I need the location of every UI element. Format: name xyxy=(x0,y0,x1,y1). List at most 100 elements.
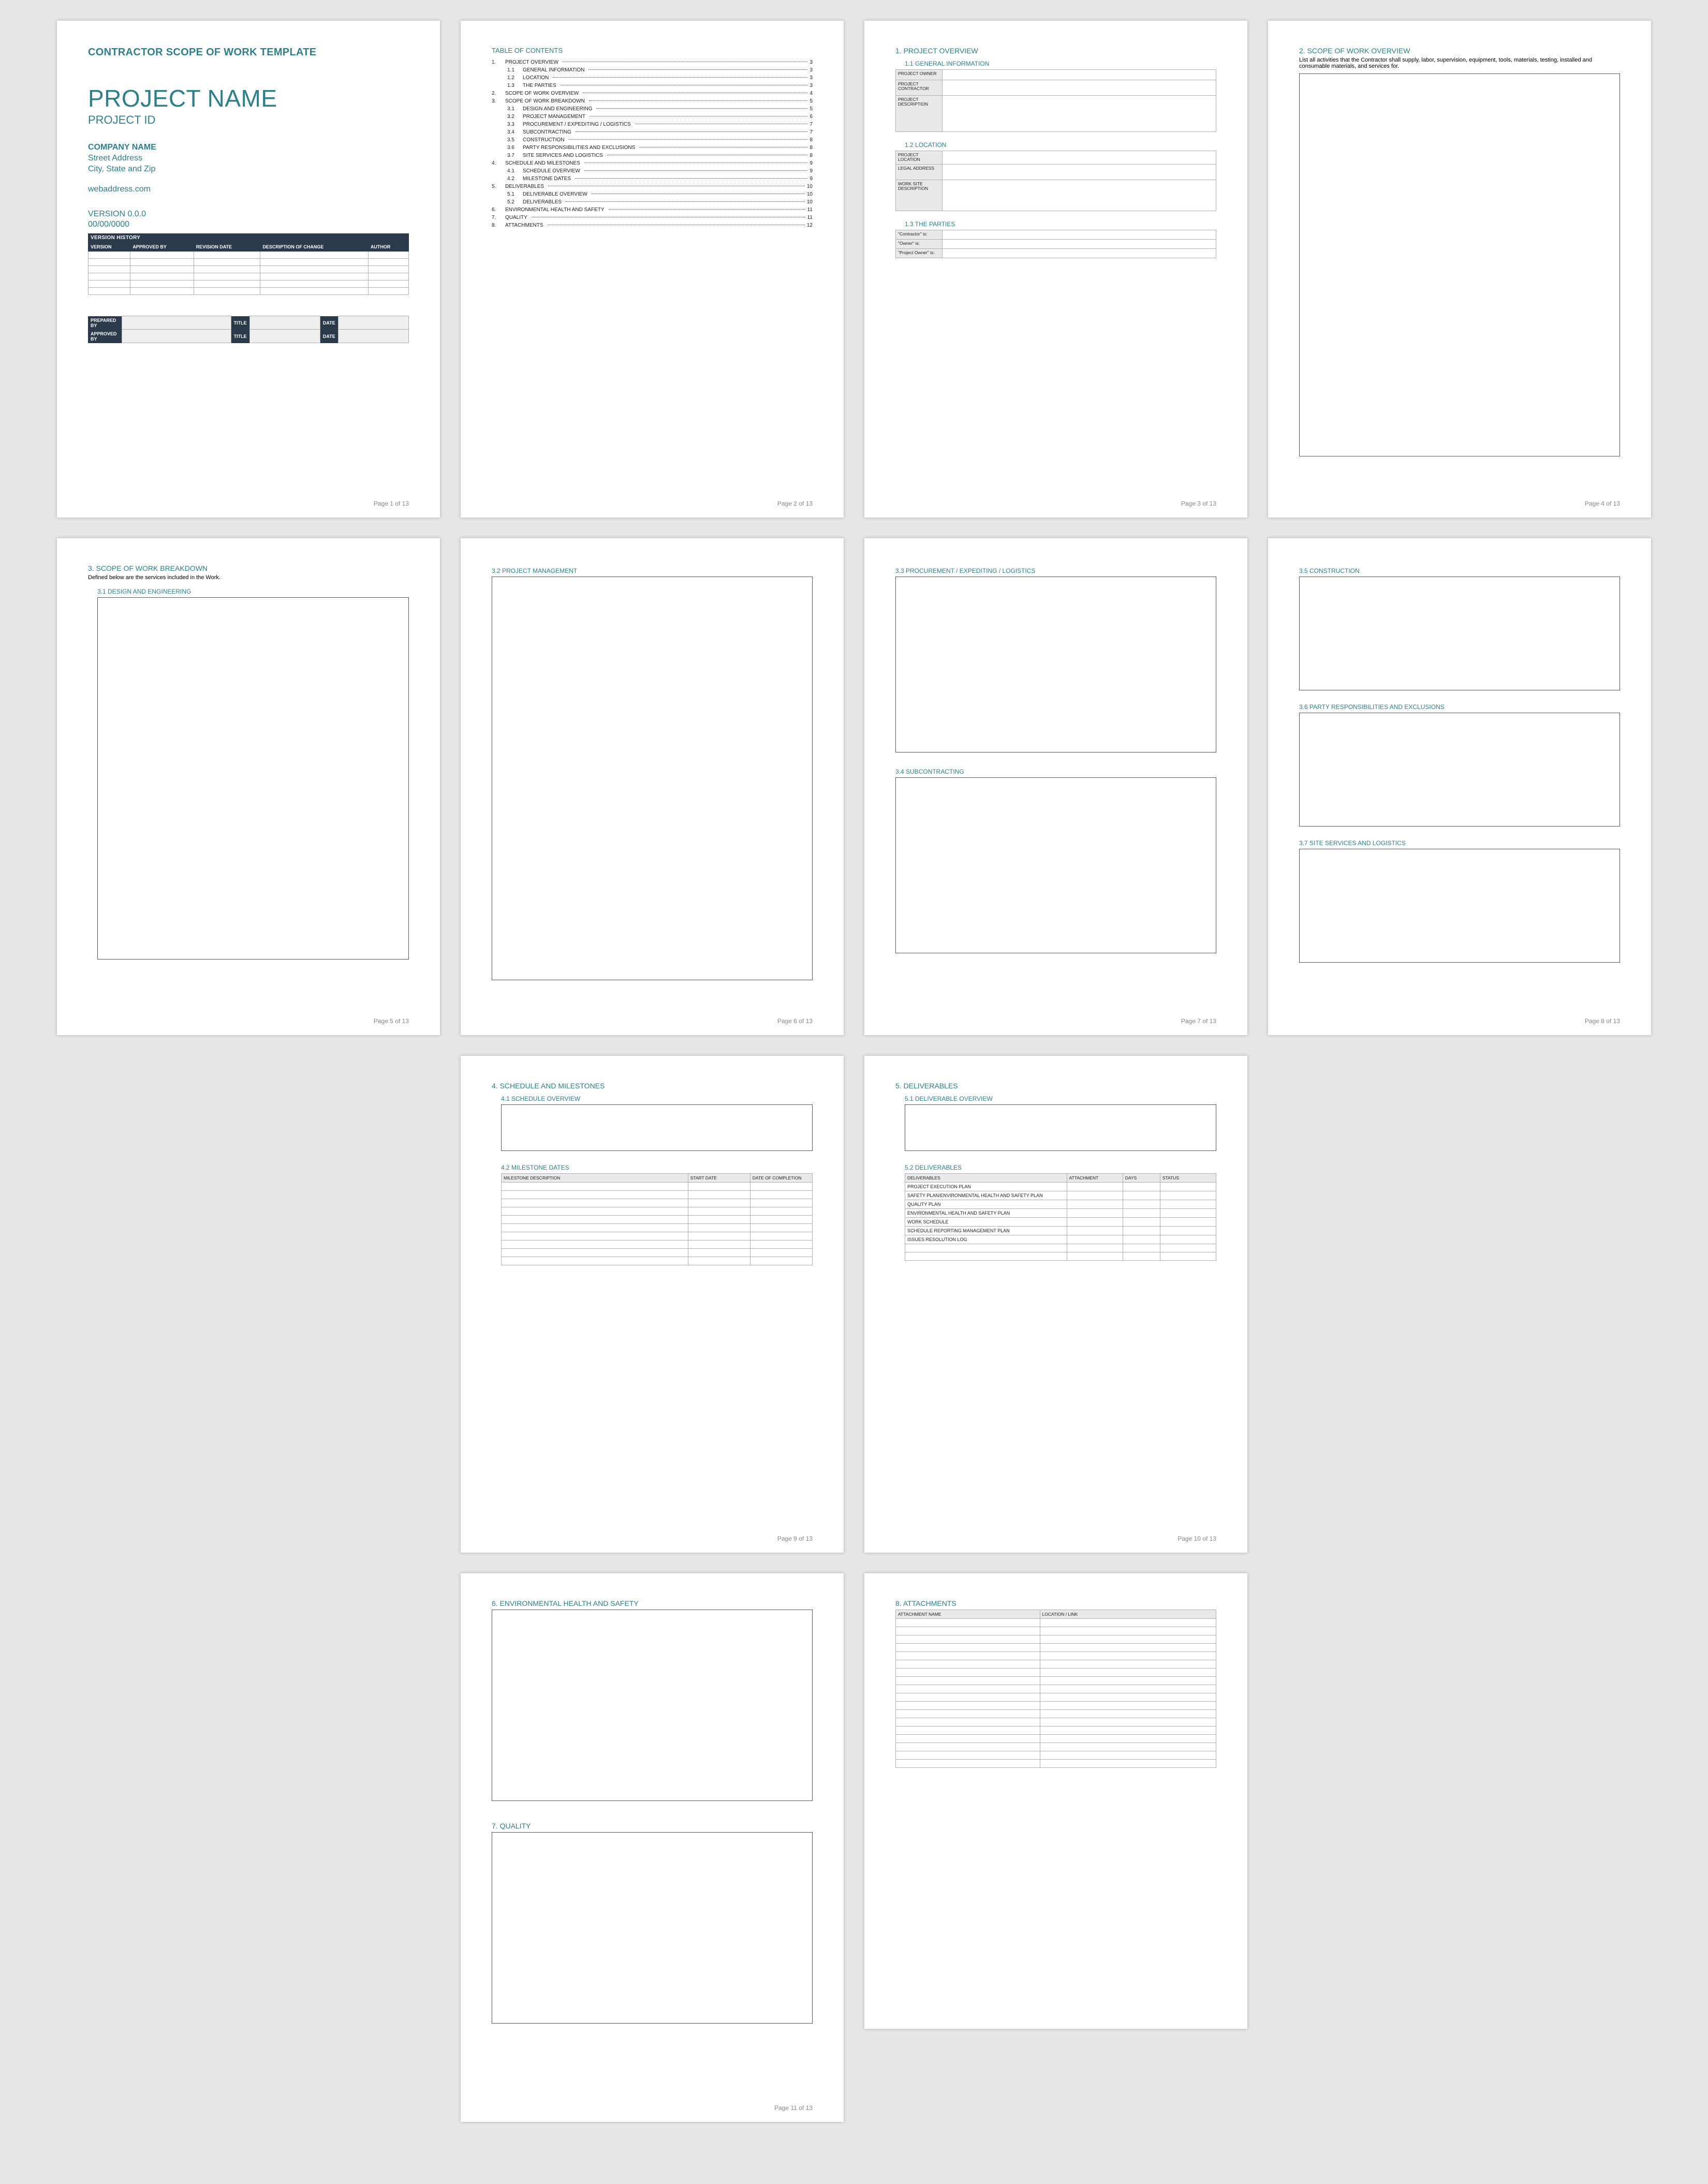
attachment-cell[interactable] xyxy=(1040,1669,1216,1677)
version-history-cell[interactable] xyxy=(130,252,194,259)
attachment-cell[interactable] xyxy=(1040,1718,1216,1726)
version-history-cell[interactable] xyxy=(130,266,194,273)
deliverable-cell[interactable] xyxy=(1067,1191,1123,1200)
attachment-cell[interactable] xyxy=(896,1743,1040,1751)
attachment-cell[interactable] xyxy=(896,1677,1040,1685)
kv-value[interactable] xyxy=(943,239,1216,248)
attachment-cell[interactable] xyxy=(896,1669,1040,1677)
version-history-cell[interactable] xyxy=(368,259,408,266)
toc-row[interactable]: 3.2PROJECT MANAGEMENT6 xyxy=(492,114,813,120)
subcontracting-box[interactable] xyxy=(895,777,1216,953)
toc-row[interactable]: 5.2DELIVERABLES10 xyxy=(492,199,813,205)
milestone-cell[interactable] xyxy=(502,1183,688,1191)
version-history-cell[interactable] xyxy=(89,266,130,273)
attachment-cell[interactable] xyxy=(896,1693,1040,1702)
milestone-cell[interactable] xyxy=(688,1207,750,1216)
milestone-cell[interactable] xyxy=(502,1199,688,1207)
attachment-cell[interactable] xyxy=(1040,1677,1216,1685)
version-history-cell[interactable] xyxy=(260,281,369,288)
toc-row[interactable]: 3.4SUBCONTRACTING7 xyxy=(492,129,813,135)
attachment-cell[interactable] xyxy=(1040,1635,1216,1644)
deliverable-cell[interactable] xyxy=(1160,1209,1216,1218)
attachment-cell[interactable] xyxy=(1040,1644,1216,1652)
deliverable-cell[interactable] xyxy=(1160,1235,1216,1244)
prepared-by-value[interactable] xyxy=(122,316,231,330)
attachment-cell[interactable] xyxy=(1040,1743,1216,1751)
deliverable-cell[interactable] xyxy=(1160,1244,1216,1252)
version-history-cell[interactable] xyxy=(260,273,369,281)
ehs-box[interactable] xyxy=(492,1610,813,1801)
deliverable-cell[interactable] xyxy=(1160,1218,1216,1227)
version-history-cell[interactable] xyxy=(260,252,369,259)
attachment-cell[interactable] xyxy=(1040,1726,1216,1735)
kv-value[interactable] xyxy=(943,180,1216,211)
toc-row[interactable]: 4.SCHEDULE AND MILESTONES9 xyxy=(492,160,813,166)
approved-by-value[interactable] xyxy=(122,330,231,343)
deliverable-cell[interactable] xyxy=(1160,1183,1216,1191)
version-history-cell[interactable] xyxy=(130,259,194,266)
version-history-cell[interactable] xyxy=(260,259,369,266)
toc-row[interactable]: 5.1DELIVERABLE OVERVIEW10 xyxy=(492,191,813,197)
version-history-cell[interactable] xyxy=(368,266,408,273)
kv-value[interactable] xyxy=(943,151,1216,165)
responsibilities-box[interactable] xyxy=(1299,713,1620,827)
toc-row[interactable]: 4.2MILESTONE DATES9 xyxy=(492,176,813,182)
deliverable-cell[interactable] xyxy=(1123,1227,1160,1235)
attachment-cell[interactable] xyxy=(896,1718,1040,1726)
milestone-cell[interactable] xyxy=(750,1183,812,1191)
milestone-cell[interactable] xyxy=(688,1216,750,1224)
attachment-cell[interactable] xyxy=(896,1710,1040,1718)
milestone-cell[interactable] xyxy=(688,1232,750,1241)
milestone-cell[interactable] xyxy=(750,1249,812,1257)
schedule-overview-box[interactable] xyxy=(501,1104,813,1151)
milestone-cell[interactable] xyxy=(750,1232,812,1241)
milestone-cell[interactable] xyxy=(688,1249,750,1257)
attachment-cell[interactable] xyxy=(1040,1735,1216,1743)
milestone-cell[interactable] xyxy=(502,1249,688,1257)
milestone-cell[interactable] xyxy=(688,1224,750,1232)
attachment-cell[interactable] xyxy=(1040,1760,1216,1768)
version-history-cell[interactable] xyxy=(194,288,260,295)
milestone-cell[interactable] xyxy=(502,1191,688,1199)
deliverable-cell[interactable] xyxy=(1123,1183,1160,1191)
attachment-cell[interactable] xyxy=(1040,1627,1216,1635)
procurement-box[interactable] xyxy=(895,577,1216,752)
project-management-box[interactable] xyxy=(492,577,813,980)
toc-row[interactable]: 2.SCOPE OF WORK OVERVIEW4 xyxy=(492,91,813,96)
milestone-cell[interactable] xyxy=(688,1183,750,1191)
version-history-cell[interactable] xyxy=(89,288,130,295)
toc-row[interactable]: 3.3PROCUREMENT / EXPEDITING / LOGISTICS7 xyxy=(492,122,813,127)
version-history-cell[interactable] xyxy=(89,273,130,281)
deliverable-cell[interactable] xyxy=(1160,1200,1216,1209)
title2-value[interactable] xyxy=(249,330,320,343)
deliverable-cell[interactable] xyxy=(1160,1191,1216,1200)
deliverable-cell[interactable] xyxy=(905,1252,1067,1261)
deliverable-cell[interactable] xyxy=(1123,1218,1160,1227)
deliverable-cell[interactable] xyxy=(1123,1200,1160,1209)
deliverable-cell[interactable] xyxy=(1123,1235,1160,1244)
kv-value[interactable] xyxy=(943,230,1216,239)
toc-row[interactable]: 7.QUALITY11 xyxy=(492,215,813,220)
version-history-cell[interactable] xyxy=(194,281,260,288)
deliverable-cell[interactable] xyxy=(905,1244,1067,1252)
attachment-cell[interactable] xyxy=(896,1685,1040,1693)
kv-value[interactable] xyxy=(943,96,1216,132)
deliverable-cell[interactable] xyxy=(1067,1209,1123,1218)
version-history-cell[interactable] xyxy=(130,288,194,295)
version-history-cell[interactable] xyxy=(368,252,408,259)
deliverable-cell[interactable] xyxy=(1067,1227,1123,1235)
attachment-cell[interactable] xyxy=(896,1635,1040,1644)
version-history-cell[interactable] xyxy=(368,288,408,295)
toc-row[interactable]: 8.ATTACHMENTS12 xyxy=(492,223,813,228)
attachment-cell[interactable] xyxy=(896,1751,1040,1760)
version-history-cell[interactable] xyxy=(89,259,130,266)
kv-value[interactable] xyxy=(943,80,1216,96)
toc-row[interactable]: 3.5CONSTRUCTION8 xyxy=(492,137,813,143)
deliverable-overview-box[interactable] xyxy=(905,1104,1216,1151)
design-engineering-box[interactable] xyxy=(97,597,409,960)
toc-row[interactable]: 6.ENVIRONMENTAL HEALTH AND SAFETY11 xyxy=(492,207,813,213)
version-history-cell[interactable] xyxy=(130,281,194,288)
date2-value[interactable] xyxy=(338,330,408,343)
milestone-cell[interactable] xyxy=(750,1191,812,1199)
kv-value[interactable] xyxy=(943,70,1216,80)
